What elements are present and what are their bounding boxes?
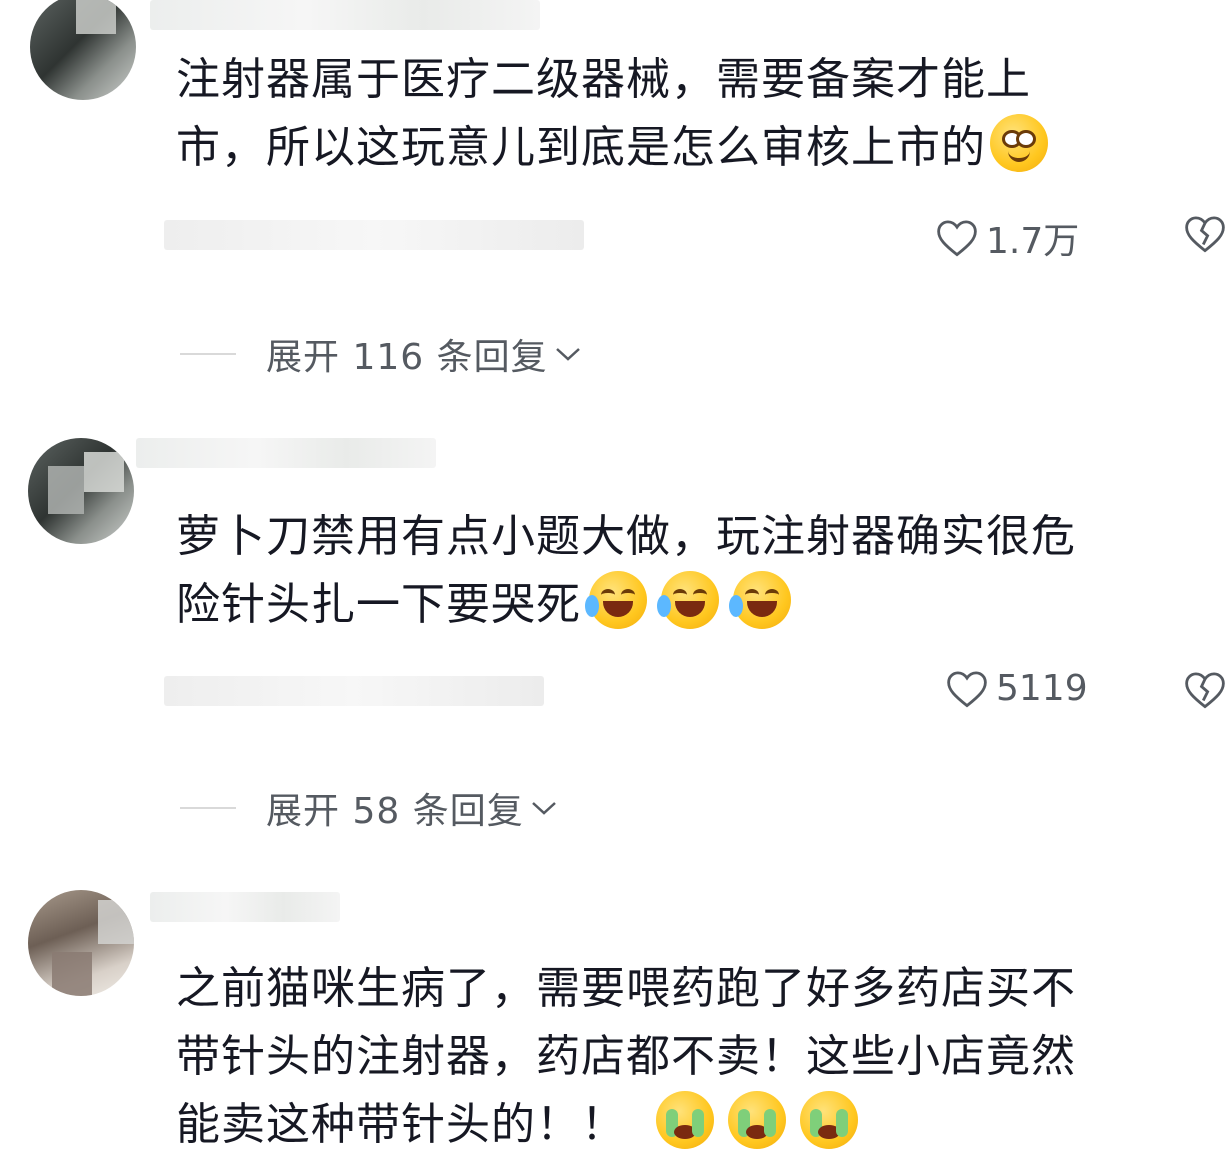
dislike-button[interactable]: [1184, 670, 1226, 710]
comment-line: 萝卜刀禁用有点小题大做，玩注射器确实很危: [176, 511, 1076, 562]
divider: [180, 807, 236, 809]
chevron-down-icon: [555, 348, 580, 361]
comment-line: 注射器属于医疗二级器械，需要备案才能上: [176, 54, 1031, 105]
comment-line: 能卖这种带针头的！！: [176, 1091, 1206, 1159]
crying-emoji-icon: [800, 1091, 858, 1149]
comment-text: 注射器属于医疗二级器械，需要备案才能上 市，所以这玩意儿到底是怎么审核上市的: [176, 46, 1206, 182]
comment-line: 险针头扎一下要哭死: [176, 571, 1206, 639]
broken-heart-icon: [1185, 672, 1225, 709]
avatar[interactable]: [28, 438, 134, 544]
avatar[interactable]: [28, 890, 134, 996]
comment-line-text: 能卖这种带针头的！！: [176, 1099, 626, 1150]
comment-line: 带针头的注射器，药店都不卖！这些小店竟然: [176, 1031, 1076, 1082]
broken-heart-icon: [1185, 216, 1225, 253]
comment-line-text: 市，所以这玩意儿到底是怎么审核上市的: [176, 122, 986, 173]
comment-meta: [164, 676, 544, 706]
like-button[interactable]: 5119: [946, 668, 1088, 709]
expand-replies-button[interactable]: 展开 116 条回复: [180, 328, 582, 380]
like-count: 5119: [996, 668, 1088, 709]
comment-line-text: 险针头扎一下要哭死: [176, 579, 581, 630]
avatar[interactable]: [30, 0, 136, 100]
laugh-cry-emoji-icon: [729, 571, 791, 629]
expand-replies-label: 展开 58 条回复: [266, 791, 524, 832]
username[interactable]: [150, 0, 540, 30]
heart-outline-icon: [947, 670, 987, 707]
crying-emoji-icon: [656, 1091, 714, 1149]
like-button[interactable]: 1.7万: [936, 212, 1079, 264]
comment-line: 之前猫咪生病了，需要喂药跑了好多药店买不: [176, 963, 1076, 1014]
comment-text: 之前猫咪生病了，需要喂药跑了好多药店买不 带针头的注射器，药店都不卖！这些小店竟…: [176, 955, 1206, 1159]
like-count: 1.7万: [986, 221, 1080, 262]
comment-line: 市，所以这玩意儿到底是怎么审核上市的: [176, 114, 1206, 182]
username[interactable]: [136, 438, 436, 468]
heart-outline-icon: [937, 220, 977, 257]
dislike-button[interactable]: [1184, 214, 1226, 254]
username[interactable]: [150, 892, 340, 922]
divider: [180, 353, 236, 355]
smile-emoji-icon: [990, 114, 1048, 172]
comment-text: 萝卜刀禁用有点小题大做，玩注射器确实很危 险针头扎一下要哭死: [176, 503, 1206, 639]
expand-replies-label: 展开 116 条回复: [266, 337, 548, 378]
expand-replies-button[interactable]: 展开 58 条回复: [180, 782, 558, 834]
chevron-down-icon: [531, 802, 556, 815]
laugh-cry-emoji-icon: [585, 571, 647, 629]
comment-meta: [164, 220, 584, 250]
laugh-cry-emoji-icon: [657, 571, 719, 629]
crying-emoji-icon: [728, 1091, 786, 1149]
